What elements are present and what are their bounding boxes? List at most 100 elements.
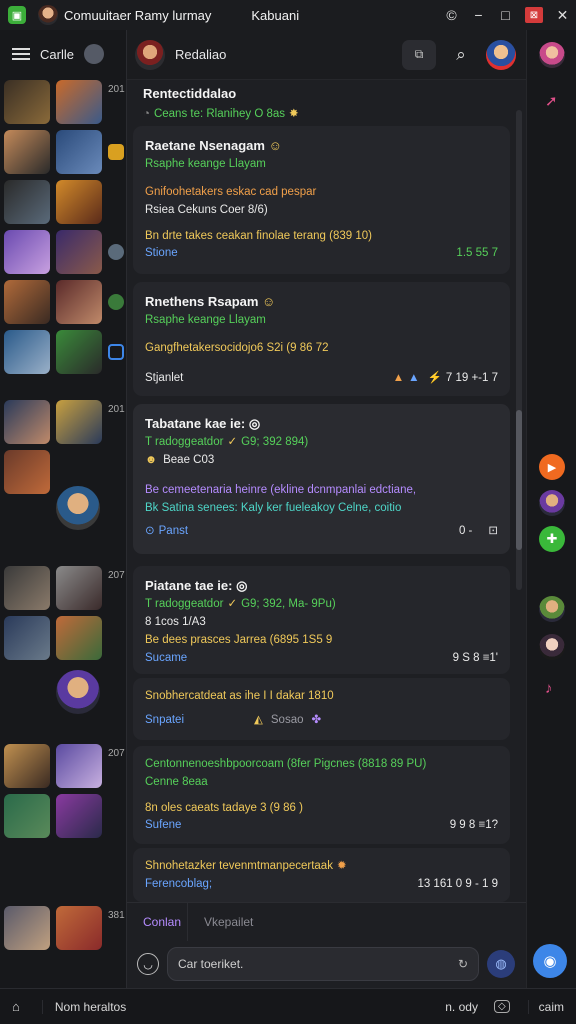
menu-icon[interactable] bbox=[12, 48, 30, 60]
smile-icon: ☺ bbox=[268, 138, 282, 153]
message-footer: Stione bbox=[145, 247, 178, 260]
contact-avatar[interactable] bbox=[56, 486, 100, 530]
thumbnail[interactable] bbox=[56, 906, 102, 950]
scrollbar-thumb[interactable] bbox=[516, 410, 522, 550]
message-card[interactable]: Tabatane kae ie: ◎ T radoggeatdor ✓ G9; 39… bbox=[133, 404, 510, 554]
thumbnail[interactable] bbox=[4, 400, 50, 444]
contact-avatar[interactable] bbox=[539, 634, 565, 660]
thumbnail[interactable] bbox=[4, 80, 50, 124]
thumbnail[interactable] bbox=[56, 80, 102, 124]
message-title: Piatane tae ie: bbox=[145, 578, 233, 593]
reply-strip: Conlan Vkepailet bbox=[127, 902, 527, 941]
message-card[interactable]: Centonnenoeshbpoorcoam (8fer Pigcnes (88… bbox=[133, 746, 510, 844]
titlebar-avatar bbox=[38, 5, 58, 25]
sidebar-label: Carlle bbox=[40, 46, 74, 62]
message-card[interactable]: Piatane tae ie: ◎ T radoggeatdor ✓ G9; 392… bbox=[133, 566, 510, 674]
pin-icon[interactable]: ♪ bbox=[545, 680, 553, 697]
link-icon: ⊙ bbox=[145, 525, 155, 538]
thumbnail[interactable] bbox=[4, 180, 50, 224]
message-subtitle: G9; 392 894) bbox=[241, 436, 309, 449]
minimize-icon[interactable]: − bbox=[465, 0, 492, 30]
thumbnail[interactable] bbox=[56, 130, 102, 174]
thumbnail[interactable] bbox=[56, 744, 102, 788]
thumbnail[interactable] bbox=[4, 280, 50, 324]
alert-icon[interactable]: ⊠ bbox=[525, 7, 543, 23]
close-icon[interactable]: ✕ bbox=[549, 0, 576, 30]
message-body: Gangfhetakersocidojo6 S2i (9 86 72 bbox=[145, 341, 329, 354]
profile-avatar[interactable] bbox=[486, 39, 516, 70]
message-meta: 8 1cos 1/A3 bbox=[145, 615, 206, 628]
emoji-icon[interactable]: ◡ bbox=[137, 953, 159, 975]
message-body: Be dees prasces Jarrea (6895 1S5 9 bbox=[145, 633, 333, 646]
message-footer: Sucame bbox=[145, 651, 188, 664]
conversation-sidebar: Carlle 201 201 207 207 381 bbox=[0, 30, 130, 988]
thumbnail[interactable] bbox=[56, 180, 102, 224]
status-right-2: caim bbox=[527, 999, 564, 1014]
contact-avatar[interactable] bbox=[539, 490, 565, 516]
maximize-icon[interactable]: □ bbox=[492, 0, 519, 30]
thumbnail[interactable] bbox=[56, 400, 102, 444]
message-card[interactable]: Raetane Nsenagam ☺ Rsaphe keange Llayam … bbox=[133, 126, 510, 274]
right-rail: ➚ ▶ ✚ ♪ bbox=[526, 30, 576, 988]
thumbnail[interactable] bbox=[4, 906, 50, 950]
thumbnail[interactable] bbox=[56, 230, 102, 274]
fire-icon: ✹ bbox=[336, 860, 347, 872]
thumbnail[interactable] bbox=[56, 616, 102, 660]
message-stats: 0 - bbox=[458, 525, 473, 538]
scrollbar[interactable] bbox=[516, 110, 522, 590]
message-body: Centonnenoeshbpoorcoam (8fer Pigcnes (88… bbox=[145, 758, 427, 770]
reply-input[interactable]: Vkepailet bbox=[187, 902, 527, 941]
message-body: Snobhercatdeat as ihe I I dakar 1810 bbox=[145, 690, 334, 702]
message-card[interactable]: Rnethens Rsapam ☺ Rsaphe keange Llayam G… bbox=[133, 282, 510, 396]
status-text: Nom heraltos bbox=[41, 999, 126, 1014]
compose-fab[interactable]: ◉ bbox=[533, 944, 567, 978]
status-bar: ⌂ Nom heraltos n. ody ◇ caim bbox=[0, 988, 576, 1024]
add-icon[interactable]: ✚ bbox=[539, 526, 565, 552]
message-card[interactable]: Shnohetazker tevenmtmanpecertaak ✹ Ferenc… bbox=[133, 848, 510, 902]
send-button[interactable]: ◍ bbox=[487, 950, 515, 978]
pin-icon[interactable]: ➚ bbox=[545, 92, 558, 110]
window-icon[interactable]: ⧉ bbox=[402, 39, 436, 70]
message-input[interactable]: Car toeriket. ↻ bbox=[167, 947, 479, 981]
message-stats: 7 19 +-1 7 bbox=[445, 371, 498, 384]
message-footer: Snpatei bbox=[145, 713, 185, 726]
message-stats: 9 S 8 ≡1' bbox=[452, 651, 498, 664]
copyright-icon[interactable]: © bbox=[438, 0, 465, 30]
thumbnail[interactable] bbox=[4, 230, 50, 274]
message-subtitle: G9; 392, Ma- 9Pu) bbox=[241, 598, 336, 611]
thumbnail[interactable] bbox=[56, 280, 102, 324]
status-icon bbox=[108, 144, 124, 160]
contact-avatar[interactable] bbox=[539, 596, 565, 622]
thumbnail[interactable] bbox=[4, 330, 50, 374]
window-subtitle: Kabuani bbox=[251, 7, 300, 23]
thumbnail[interactable] bbox=[4, 450, 50, 494]
refresh-icon[interactable]: ↻ bbox=[458, 957, 468, 971]
triangle-icon: ▲ bbox=[392, 371, 405, 384]
search-icon[interactable]: ⌕ bbox=[446, 40, 476, 70]
profile-avatar[interactable] bbox=[539, 42, 565, 68]
contact-avatar[interactable] bbox=[135, 39, 165, 70]
thumbnail[interactable] bbox=[4, 794, 50, 838]
check-icon: ✓ bbox=[227, 598, 238, 611]
window-icon[interactable]: ⊡ bbox=[488, 523, 498, 541]
clock-icon: ◔ bbox=[143, 107, 150, 120]
home-icon[interactable]: ⌂ bbox=[12, 999, 20, 1014]
message-footer: Panst bbox=[158, 525, 189, 538]
message-stats: 13 161 0 9 - 1 9 bbox=[417, 877, 498, 890]
thumbnail[interactable] bbox=[56, 330, 102, 374]
thumbnail[interactable] bbox=[56, 566, 102, 610]
play-button[interactable]: ▶ bbox=[539, 454, 565, 480]
contact-avatar[interactable] bbox=[56, 670, 100, 714]
sidebar-avatar[interactable] bbox=[83, 44, 104, 64]
check-icon: ✓ bbox=[227, 436, 238, 449]
thumbnail[interactable] bbox=[4, 744, 50, 788]
message-body: Rsiea Cekuns Coer 8/6) bbox=[145, 203, 268, 216]
thumbnail[interactable] bbox=[4, 130, 50, 174]
thumbnail[interactable] bbox=[4, 616, 50, 660]
thumbnail[interactable] bbox=[56, 794, 102, 838]
smile-icon: ☺ bbox=[262, 294, 276, 309]
message-card[interactable]: Snobhercatdeat as ihe I I dakar 1810 Snp… bbox=[133, 678, 510, 740]
shield-icon[interactable]: ◇ bbox=[493, 1000, 510, 1013]
status-icon bbox=[108, 244, 124, 260]
thumbnail[interactable] bbox=[4, 566, 50, 610]
